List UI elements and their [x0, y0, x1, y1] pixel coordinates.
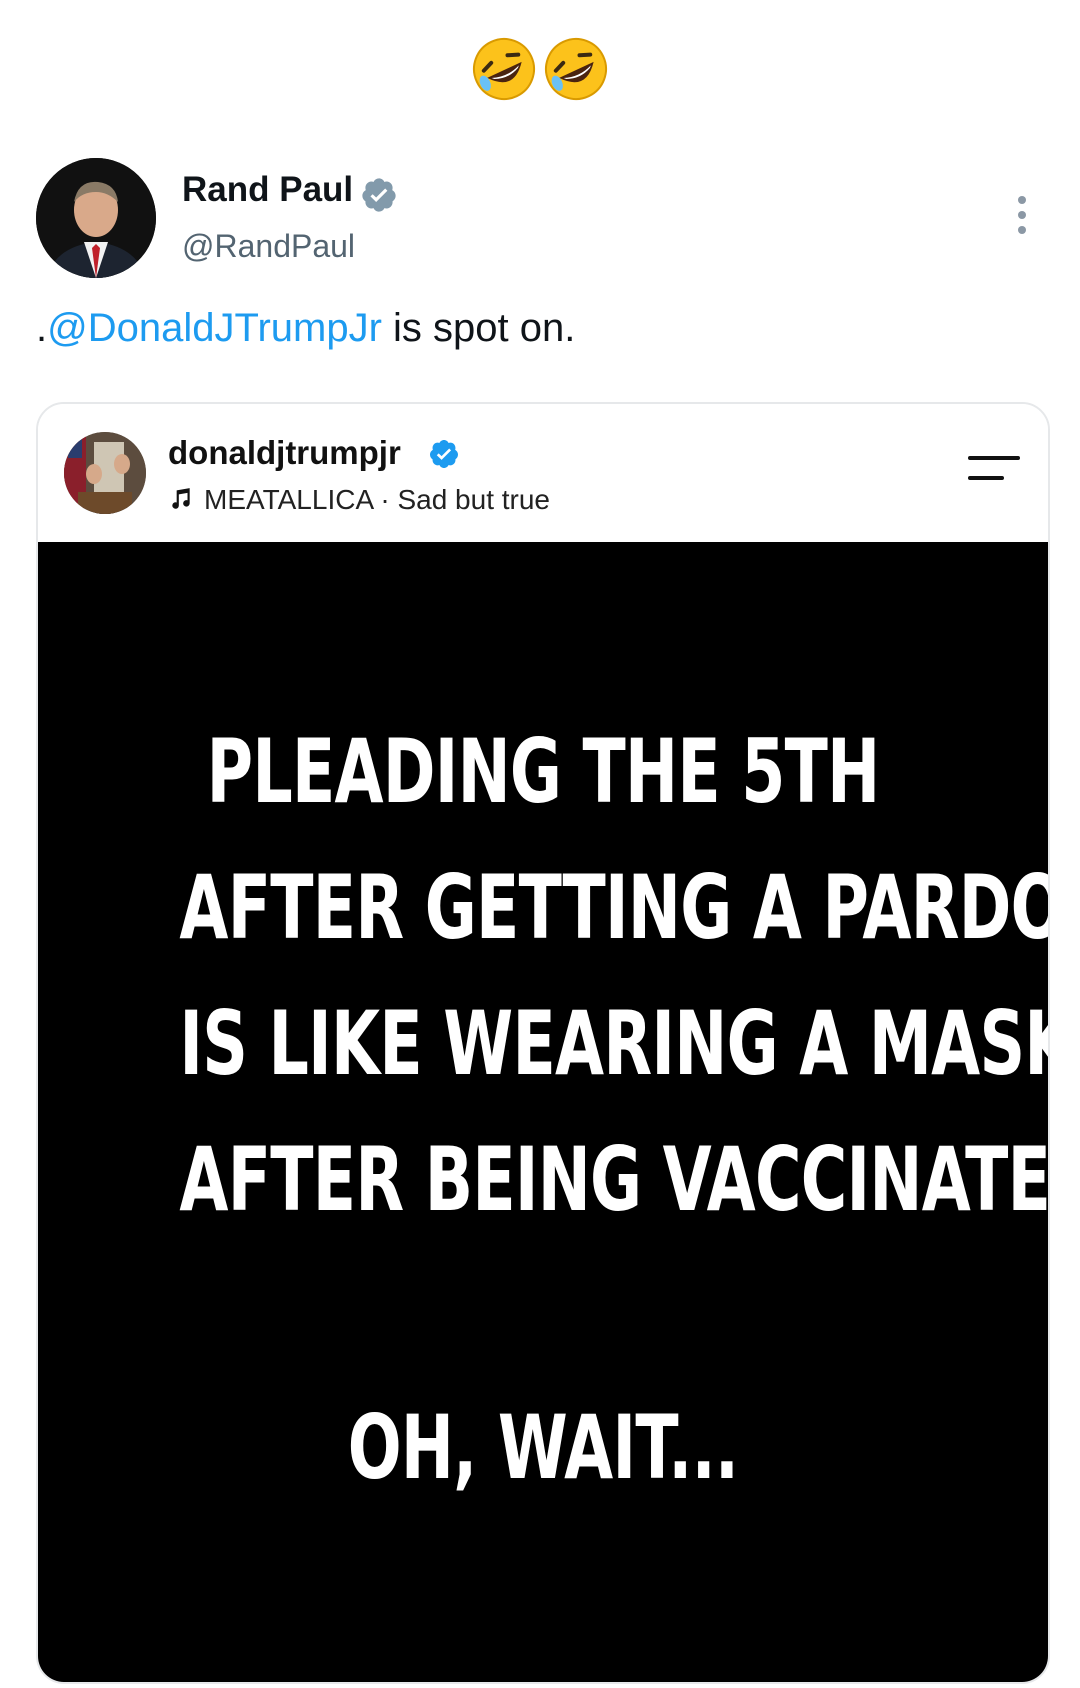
embedded-menu-button[interactable] — [968, 456, 1020, 486]
embedded-username[interactable]: donaldjtrumpjr — [168, 434, 401, 472]
meme-line: PLEADING THE 5TH — [206, 720, 881, 823]
meme-line: AFTER GETTING A PARDON — [179, 856, 1050, 959]
embedded-post-header: donaldjtrumpjr MEATALLICA · Sad but true — [38, 404, 1048, 542]
more-dot-icon — [1018, 226, 1026, 234]
menu-line-icon — [968, 476, 1004, 480]
mention-link[interactable]: @DonaldJTrumpJr — [47, 306, 382, 350]
meme-image[interactable]: PLEADING THE 5TH AFTER GETTING A PARDON … — [38, 542, 1048, 1682]
reaction-emojis — [0, 36, 1080, 102]
author-avatar[interactable] — [36, 158, 156, 278]
meme-line: AFTER BEING VACCINATED. — [179, 1128, 1050, 1231]
verified-badge-icon — [429, 440, 458, 468]
music-label: MEATALLICA · Sad but true — [204, 484, 551, 515]
rolling-on-floor-laughing-icon — [545, 38, 608, 100]
tweet-text: .@DonaldJTrumpJr is spot on. — [36, 306, 575, 351]
embedded-avatar-photo — [64, 432, 146, 514]
avatar-photo — [36, 158, 156, 278]
tweet-body: is spot on. — [381, 306, 576, 350]
menu-line-icon — [968, 456, 1020, 460]
author-handle[interactable]: @RandPaul — [182, 228, 355, 265]
meme-punchline: OH, WAIT... — [347, 1396, 739, 1499]
music-attribution[interactable]: MEATALLICA · Sad but true — [168, 484, 550, 516]
embedded-post-card[interactable]: donaldjtrumpjr MEATALLICA · Sad but true… — [36, 402, 1050, 1684]
tweet-prefix: . — [36, 306, 48, 350]
more-options-button[interactable] — [1010, 196, 1034, 240]
music-note-icon — [172, 488, 190, 509]
author-name[interactable]: Rand Paul — [182, 170, 353, 210]
embedded-author-avatar[interactable] — [64, 432, 146, 514]
more-dot-icon — [1018, 196, 1026, 204]
more-dot-icon — [1018, 211, 1026, 219]
meme-line: IS LIKE WEARING A MASK — [179, 992, 1050, 1095]
verified-badge-icon — [362, 178, 396, 212]
rolling-on-floor-laughing-icon — [472, 38, 535, 100]
